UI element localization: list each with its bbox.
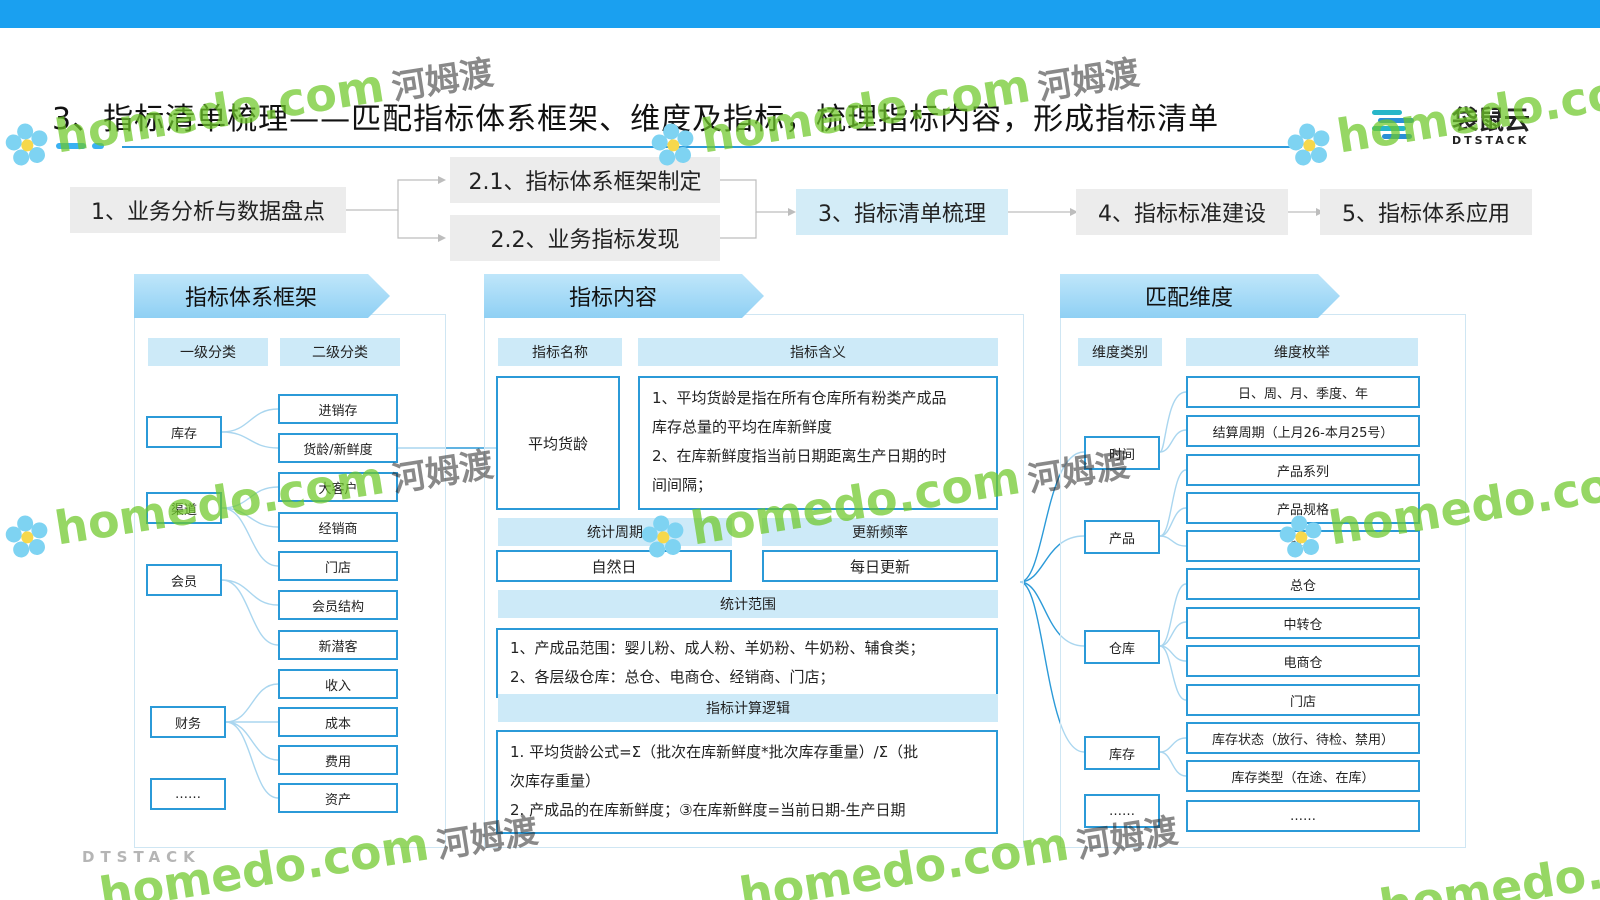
title-dash <box>92 143 104 149</box>
dimension-col1-header: 维度类别 <box>1078 338 1162 366</box>
framework-col2-header: 二级分类 <box>280 338 400 366</box>
logic-line: 次库存重量） <box>510 772 601 790</box>
metric-name-value: 平均货龄 <box>496 376 620 510</box>
dimension-value: 段位 <box>1186 530 1420 562</box>
frequency-header: 更新频率 <box>762 518 998 546</box>
level2-item: 进销存 <box>278 394 398 424</box>
dimension-value: 库存状态（放行、待检、禁用） <box>1186 722 1420 754</box>
meaning-line: 库存总量的平均在库新鲜度 <box>652 418 833 436</box>
scope-line: 2、各层级仓库：总仓、电商仓、经销商、门店； <box>510 668 835 686</box>
dimension-category: 产品 <box>1084 520 1160 554</box>
top-accent-bar <box>0 0 1600 28</box>
dimension-value: 总仓 <box>1186 568 1420 600</box>
logic-line: 2. 产成品的在库新鲜度；③在库新鲜度=当前日期-生产日期 <box>510 801 906 819</box>
title-dash <box>56 143 86 149</box>
level1-item: 会员 <box>146 564 222 596</box>
footer-brand: DTSTACK <box>82 848 201 866</box>
step-framework-design: 2.1、指标体系框架制定 <box>450 157 720 203</box>
dimension-col2-header: 维度枚举 <box>1186 338 1418 366</box>
content-banner: 指标内容 <box>484 274 764 318</box>
dimension-value: 中转仓 <box>1186 607 1420 639</box>
dimension-value: 门店 <box>1186 684 1420 716</box>
dimension-value: 库存类型（在途、在库） <box>1186 760 1420 792</box>
scope-text: 1、产成品范围：婴儿粉、成人粉、羊奶粉、牛奶粉、辅食类； 2、各层级仓库：总仓、… <box>496 628 998 698</box>
level2-item: 会员结构 <box>278 590 398 620</box>
level2-item: 大客户 <box>278 472 398 502</box>
frequency-value: 每日更新 <box>762 550 998 582</box>
step-metric-list: 3、指标清单梳理 <box>796 189 1008 235</box>
dimension-banner: 匹配维度 <box>1060 274 1340 318</box>
dimension-value: 产品系列 <box>1186 454 1420 486</box>
dimension-category: 时间 <box>1084 436 1160 470</box>
flower-icon <box>1287 123 1330 165</box>
dimension-value: 结算周期（上月26-本月25号） <box>1186 415 1420 447</box>
dimension-category: 库存 <box>1084 736 1160 770</box>
metric-name-header: 指标名称 <box>498 338 622 366</box>
dimension-value: …… <box>1186 800 1420 832</box>
level2-item: 经销商 <box>278 512 398 542</box>
level2-item: 收入 <box>278 669 398 699</box>
metric-meaning-text: 1、平均货龄是指在所有仓库所有粉类产成品 库存总量的平均在库新鲜度 2、在库新鲜… <box>638 376 998 510</box>
level2-item: 货龄/新鲜度 <box>278 433 398 463</box>
scope-line: 1、产成品范围：婴儿粉、成人粉、羊奶粉、牛奶粉、辅食类； <box>510 639 925 657</box>
dimension-value: 日、周、月、季度、年 <box>1186 376 1420 408</box>
step-metric-discovery: 2.2、业务指标发现 <box>450 215 720 261</box>
level1-item: 财务 <box>150 706 226 738</box>
level2-item: 费用 <box>278 745 398 775</box>
meaning-line: 1、平均货龄是指在所有仓库所有粉类产成品 <box>652 389 947 407</box>
step-metric-standard: 4、指标标准建设 <box>1076 189 1288 235</box>
level1-item: …… <box>150 778 226 810</box>
level2-item: 新潜客 <box>278 630 398 660</box>
step-metric-application: 5、指标体系应用 <box>1320 189 1532 235</box>
dimension-category: …… <box>1084 794 1160 828</box>
meaning-line: 间间隔； <box>652 476 713 494</box>
flower-icon <box>5 515 48 557</box>
level1-item: 渠道 <box>146 492 222 524</box>
metric-meaning-header: 指标含义 <box>638 338 998 366</box>
kangaroo-cloud-logo-icon <box>1372 110 1414 139</box>
page-title: 3、指标清单梳理——匹配指标体系框架、维度及指标，梳理指标内容，形成指标清单 <box>52 102 1220 137</box>
dimension-value: 产品规格 <box>1186 492 1420 524</box>
logic-header: 指标计算逻辑 <box>498 694 998 722</box>
meaning-line: 2、在库新鲜度指当前日期距离生产日期的时 <box>652 447 947 465</box>
period-header: 统计周期 <box>498 518 732 546</box>
level2-item: 成本 <box>278 707 398 737</box>
level2-item: 门店 <box>278 551 398 581</box>
step-business-analysis: 1、业务分析与数据盘点 <box>70 187 346 233</box>
period-value: 自然日 <box>496 550 732 582</box>
level1-item: 库存 <box>146 416 222 448</box>
level2-item: 资产 <box>278 783 398 813</box>
title-underline <box>122 146 1302 148</box>
framework-col1-header: 一级分类 <box>148 338 268 366</box>
framework-banner: 指标体系框架 <box>134 274 390 318</box>
logo-subtitle: DTSTACK <box>1452 134 1530 147</box>
flower-icon <box>5 123 48 165</box>
logic-line: 1. 平均货龄公式=Σ（批次在库新鲜度*批次库存重量）/Σ（批 <box>510 743 919 761</box>
logic-text: 1. 平均货龄公式=Σ（批次在库新鲜度*批次库存重量）/Σ（批 次库存重量） 2… <box>496 730 998 834</box>
logo-name: 袋鼠云 <box>1452 106 1531 136</box>
brand-logo: 袋鼠云 DTSTACK <box>1370 100 1538 150</box>
scope-header: 统计范围 <box>498 590 998 618</box>
dimension-category: 仓库 <box>1084 630 1160 664</box>
dimension-value: 电商仓 <box>1186 645 1420 677</box>
